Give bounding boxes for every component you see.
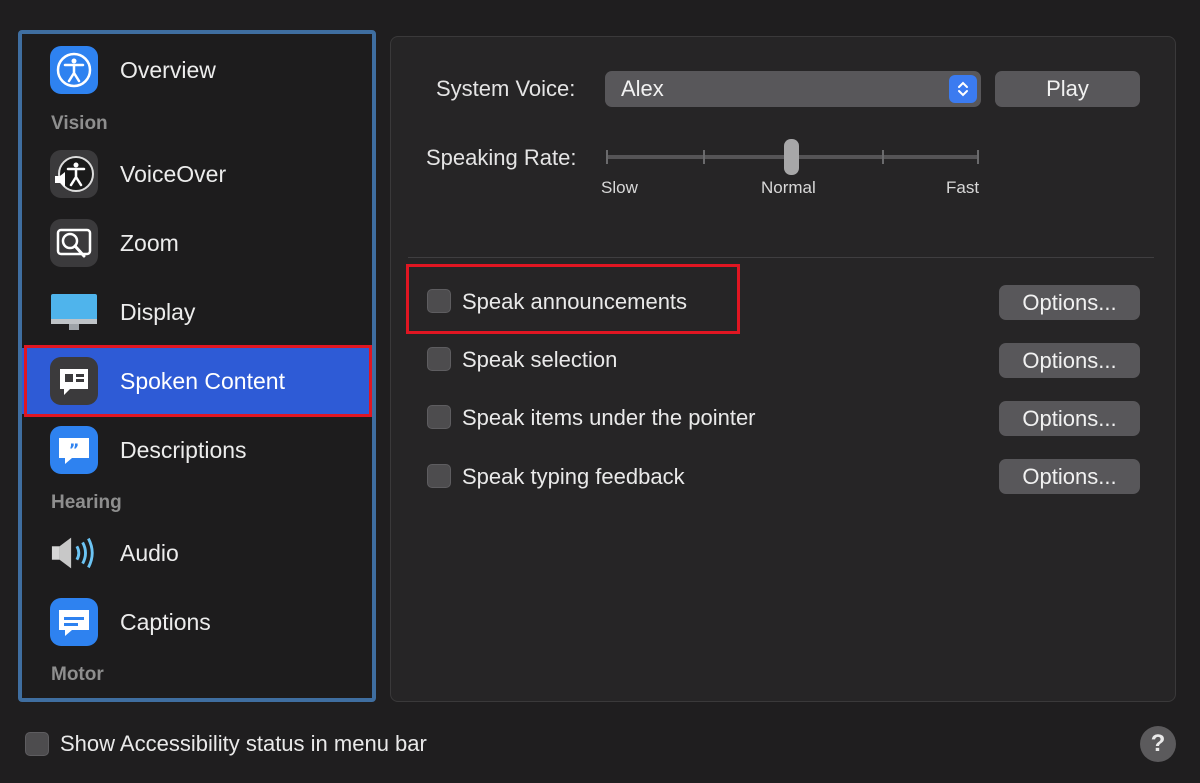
voiceover-icon [50,150,98,198]
sidebar-item-label: VoiceOver [120,160,227,187]
slider-tick [977,150,979,164]
sidebar-item-voiceover[interactable]: VoiceOver [22,141,372,207]
rate-tick-fast: Fast [946,178,980,197]
sidebar-item-overview[interactable]: Overview [22,37,372,103]
speak-typing-feedback-options-button[interactable]: Options... [999,459,1140,494]
sidebar-item-label: Overview [120,56,216,83]
display-icon [50,288,98,336]
speak-typing-feedback-checkbox[interactable] [427,464,451,488]
system-voice-popup[interactable]: Alex [605,71,981,107]
system-voice-label: System Voice: [436,76,576,101]
section-motor: Motor [51,664,104,685]
speak-selection-label: Speak selection [462,347,618,372]
accessibility-icon [50,46,98,94]
sidebar: Overview Vision VoiceOver Zoom Display S… [18,30,376,702]
section-hearing: Hearing [51,492,122,513]
help-button[interactable]: ? [1140,726,1176,762]
divider [408,257,1154,258]
speak-announcements-options-button[interactable]: Options... [999,285,1140,320]
sidebar-item-label: Audio [120,539,179,566]
show-status-label: Show Accessibility status in menu bar [60,731,427,756]
speak-items-under-pointer-checkbox[interactable] [427,405,451,429]
slider-tick [882,150,884,164]
speak-selection-checkbox[interactable] [427,347,451,371]
play-button[interactable]: Play [995,71,1140,107]
popup-stepper-icon [949,75,977,103]
selection-highlight-outline [24,345,372,417]
sidebar-item-audio[interactable]: Audio [22,520,372,586]
svg-text:”: ” [69,440,80,459]
sidebar-item-label: Zoom [120,229,179,256]
speak-items-under-pointer-options-button[interactable]: Options... [999,401,1140,436]
zoom-icon [50,219,98,267]
speaking-rate-knob[interactable] [784,139,799,175]
rate-tick-slow: Slow [601,178,638,197]
speak-items-under-pointer-label: Speak items under the pointer [462,405,756,430]
slider-tick [703,150,705,164]
speak-selection-options-button[interactable]: Options... [999,343,1140,378]
system-voice-value: Alex [621,76,664,101]
sidebar-item-display[interactable]: Display [22,279,372,345]
slider-tick [606,150,608,164]
speak-typing-feedback-label: Speak typing feedback [462,464,685,489]
sidebar-item-captions[interactable]: Captions [22,589,372,655]
sidebar-item-label: Display [120,298,196,325]
highlight-outline [406,264,740,334]
show-status-checkbox[interactable] [25,732,49,756]
speaker-icon [50,529,98,577]
quote-bubble-icon: ” [50,426,98,474]
sidebar-item-label: Descriptions [120,436,247,463]
sidebar-item-descriptions[interactable]: ” Descriptions [22,417,372,483]
captions-icon [50,598,98,646]
sidebar-item-label: Captions [120,608,211,635]
section-vision: Vision [51,113,108,134]
rate-tick-normal: Normal [761,178,816,197]
sidebar-item-zoom[interactable]: Zoom [22,210,372,276]
speaking-rate-label: Speaking Rate: [426,145,577,170]
